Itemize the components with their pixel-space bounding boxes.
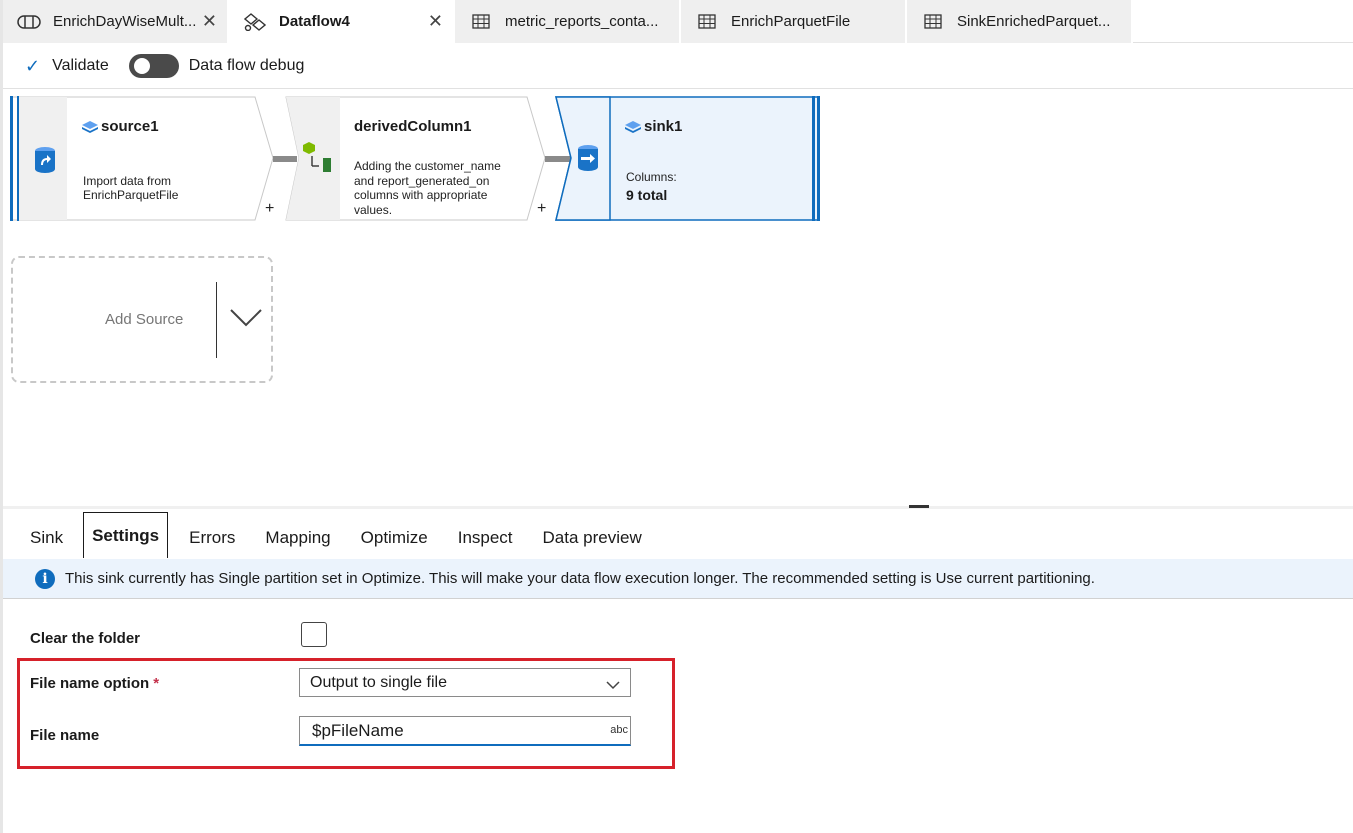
- dataflow-canvas[interactable]: source1 Import data from EnrichParquetFi…: [3, 90, 1353, 506]
- tab-label: Dataflow4: [279, 13, 350, 30]
- derived-description-line1: Adding the customer_name: [354, 159, 501, 173]
- derived-description-line4: values.: [354, 203, 393, 217]
- editor-tab-bar: EnrichDayWiseMult... ✕ Dataflow4 ✕ metri…: [3, 0, 1353, 43]
- clear-folder-checkbox[interactable]: [301, 622, 327, 647]
- toggle-knob: [133, 58, 150, 74]
- info-icon: i: [35, 568, 55, 589]
- add-transformation-plus-icon[interactable]: +: [537, 200, 546, 218]
- tab-label: SinkEnrichedParquet...: [957, 13, 1111, 30]
- checkmark-icon: ✓: [25, 55, 41, 76]
- properties-tab-bar: Sink Settings Errors Mapping Optimize In…: [3, 512, 1353, 558]
- sink1-columns-label: Columns:: [626, 170, 677, 184]
- tab-metric-reports[interactable]: metric_reports_conta...: [455, 0, 681, 43]
- validate-label: Validate: [52, 57, 109, 74]
- info-message: This sink currently has Single partition…: [65, 570, 1095, 587]
- tab-label: EnrichParquetFile: [731, 13, 851, 30]
- derived-column-icon: [303, 142, 333, 179]
- tab-optimize[interactable]: Optimize: [361, 528, 428, 558]
- table-icon: [921, 13, 945, 31]
- close-icon[interactable]: ✕: [202, 12, 217, 30]
- add-source-box[interactable]: Add Source: [11, 256, 273, 383]
- dataset-type-icon: [625, 120, 641, 138]
- source1-description-line2: EnrichParquetFile: [83, 188, 179, 202]
- pipeline-icon: [17, 13, 41, 31]
- tab-label: metric_reports_conta...: [505, 13, 659, 30]
- highlight-annotation-box: [17, 658, 675, 769]
- source-dataset-icon: [34, 146, 56, 179]
- add-source-divider: [216, 282, 217, 358]
- validate-button[interactable]: ✓ Validate: [25, 56, 109, 77]
- chevron-down-icon[interactable]: [229, 306, 263, 333]
- sink1-node[interactable]: sink1 Columns: 9 total: [555, 96, 820, 221]
- dataflow-toolbar: ✓ Validate Data flow debug: [3, 44, 1353, 89]
- table-icon: [469, 13, 493, 31]
- tab-data-preview[interactable]: Data preview: [543, 528, 642, 558]
- derived-description-line2: and report_generated_on: [354, 174, 490, 188]
- source1-description-line1: Import data from: [83, 174, 172, 188]
- sink1-title: sink1: [644, 118, 683, 135]
- sink-dataset-icon: [577, 144, 599, 177]
- tab-sink[interactable]: Sink: [30, 528, 63, 558]
- tab-settings[interactable]: Settings: [83, 512, 169, 558]
- partition-info-banner: i This sink currently has Single partiti…: [3, 559, 1353, 599]
- add-source-label: Add Source: [105, 311, 184, 328]
- derived-description-line3: columns with appropriate: [354, 188, 488, 202]
- clear-folder-label: Clear the folder: [30, 630, 141, 647]
- splitter-grip[interactable]: [909, 505, 929, 508]
- dataset-type-icon: [82, 120, 98, 138]
- table-icon: [695, 13, 719, 31]
- tab-errors[interactable]: Errors: [189, 528, 235, 558]
- derived-column1-node[interactable]: derivedColumn1 Adding the customer_name …: [285, 96, 547, 221]
- add-transformation-plus-icon[interactable]: +: [265, 200, 274, 218]
- tab-dataflow4[interactable]: Dataflow4 ✕: [229, 0, 455, 43]
- data-flow-debug-toggle[interactable]: [128, 54, 179, 78]
- tab-mapping[interactable]: Mapping: [265, 528, 330, 558]
- tab-enrich-parquet-file[interactable]: EnrichParquetFile: [681, 0, 907, 43]
- dataflow-icon: [243, 12, 267, 31]
- tab-enrich-pipeline[interactable]: EnrichDayWiseMult... ✕: [3, 0, 229, 43]
- source1-node[interactable]: source1 Import data from EnrichParquetFi…: [10, 96, 275, 221]
- sink1-columns-value: 9 total: [626, 187, 668, 203]
- tab-inspect[interactable]: Inspect: [458, 528, 513, 558]
- panel-splitter[interactable]: [3, 505, 1353, 509]
- data-flow-debug-label: Data flow debug: [188, 57, 305, 74]
- tab-label: EnrichDayWiseMult...: [53, 13, 197, 30]
- source1-title: source1: [101, 118, 159, 135]
- derived-column1-title: derivedColumn1: [354, 118, 472, 135]
- tab-sink-enriched-parquet[interactable]: SinkEnrichedParquet...: [907, 0, 1133, 43]
- close-icon[interactable]: ✕: [428, 12, 443, 30]
- data-factory-app: EnrichDayWiseMult... ✕ Dataflow4 ✕ metri…: [0, 0, 1353, 833]
